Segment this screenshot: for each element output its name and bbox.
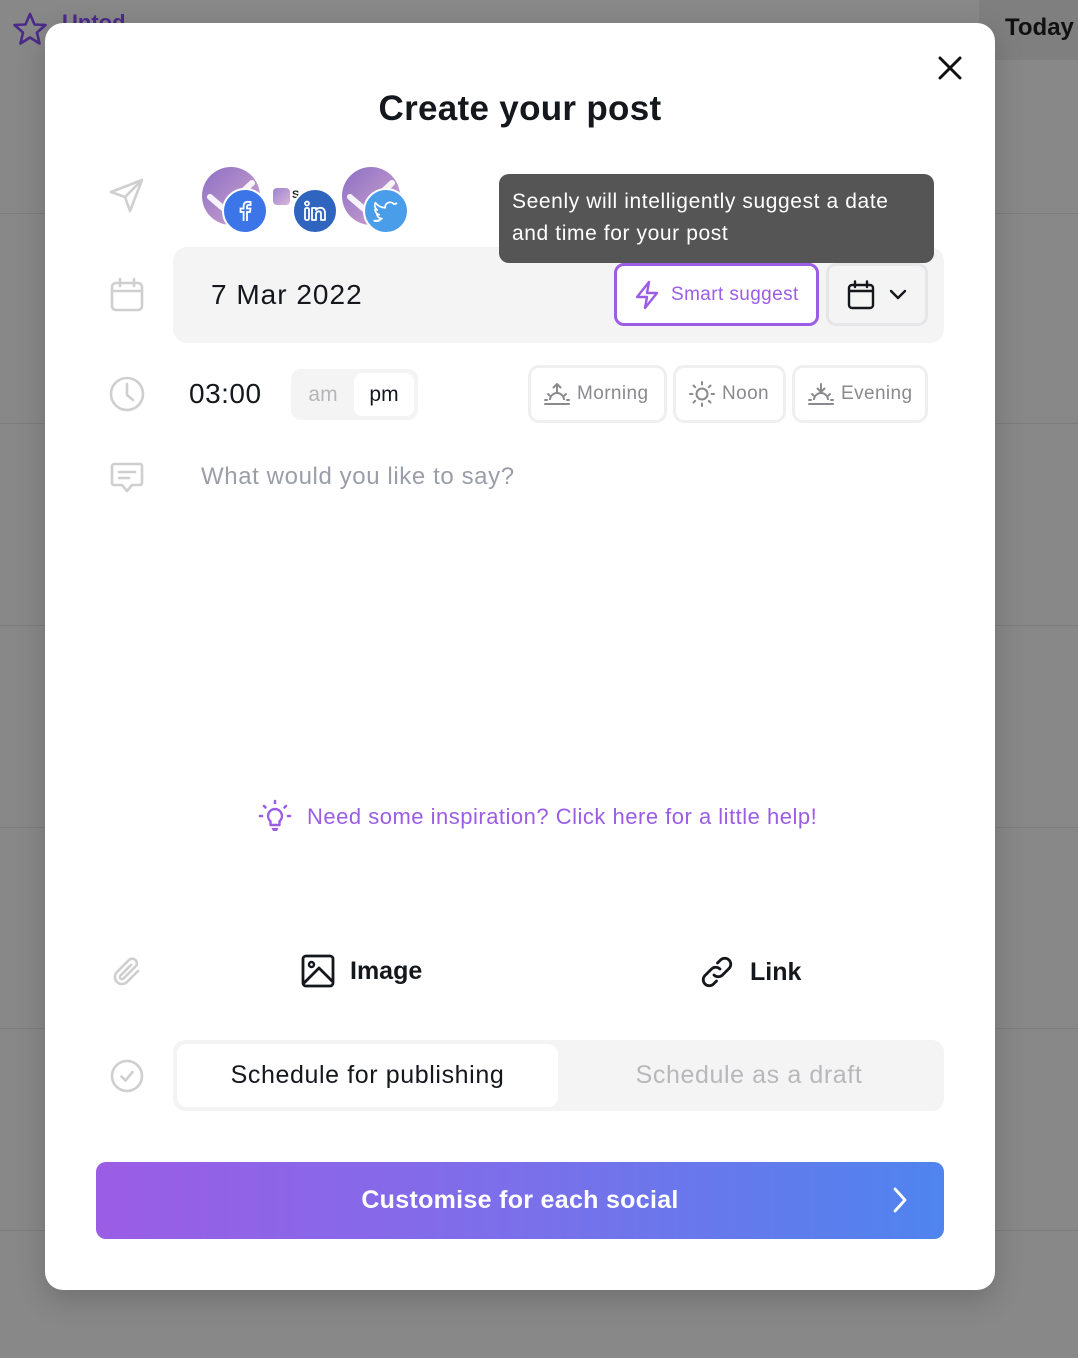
calendar-icon [847,279,875,309]
image-icon [301,954,335,988]
am-pm-toggle: am pm [291,369,418,420]
star-icon [13,12,47,45]
image-label: Image [350,956,423,985]
today-label: Today [1005,14,1074,41]
paperclip-icon [107,953,147,993]
modal-title: Create your post [378,89,662,128]
inspiration-text: Need some inspiration? Click here for a … [307,804,818,829]
link-icon [701,956,733,988]
close-icon[interactable] [935,53,965,83]
link-label: Link [750,957,802,986]
add-image-button[interactable]: Image [300,953,422,989]
lightbulb-icon [258,799,292,831]
clock-icon [107,374,147,414]
seenly-account-icon [273,188,290,205]
am-option[interactable]: am [295,373,351,416]
check-circle-icon [107,1056,147,1096]
noon-label: Noon [722,383,770,404]
facebook-icon [222,188,268,234]
customise-for-each-social-button[interactable]: Customise for each social [96,1162,944,1239]
schedule-publishing-option[interactable]: Schedule for publishing [177,1044,558,1107]
linkedin-icon [292,188,338,234]
message-input[interactable] [201,463,941,763]
morning-button[interactable]: Morning [528,365,667,423]
add-link-button[interactable]: Link [698,953,801,991]
chevron-right-icon [893,1187,907,1213]
cta-label: Customise for each social [361,1186,679,1214]
pm-option[interactable]: pm [354,373,414,416]
date-picker-button[interactable] [826,263,928,326]
message-icon [107,458,147,498]
chevron-down-icon [889,289,907,299]
sunrise-icon [544,383,570,405]
smart-suggest-label: Smart suggest [671,283,799,305]
noon-button[interactable]: Noon [673,365,786,423]
calendar-icon [107,275,147,315]
morning-label: Morning [577,383,649,404]
lightning-icon [635,280,659,309]
send-icon [107,175,147,215]
sunset-icon [808,383,834,405]
schedule-mode-toggle: Schedule for publishing Schedule as a dr… [173,1040,944,1111]
inspiration-link[interactable]: Need some inspiration? Click here for a … [257,799,817,835]
time-input[interactable]: 03:00 [189,378,262,410]
create-post-modal: Create your post S 7 Mar 2022 Smart sugg… [45,23,995,1290]
sun-icon [689,381,715,407]
evening-button[interactable]: Evening [792,365,928,423]
schedule-draft-option[interactable]: Schedule as a draft [558,1044,940,1107]
date-value: 7 Mar 2022 [211,279,363,310]
smart-suggest-button[interactable]: Smart suggest [614,263,819,326]
smart-suggest-tooltip: Seenly will intelligently suggest a date… [499,174,934,263]
twitter-icon [363,188,409,234]
evening-label: Evening [841,383,913,404]
